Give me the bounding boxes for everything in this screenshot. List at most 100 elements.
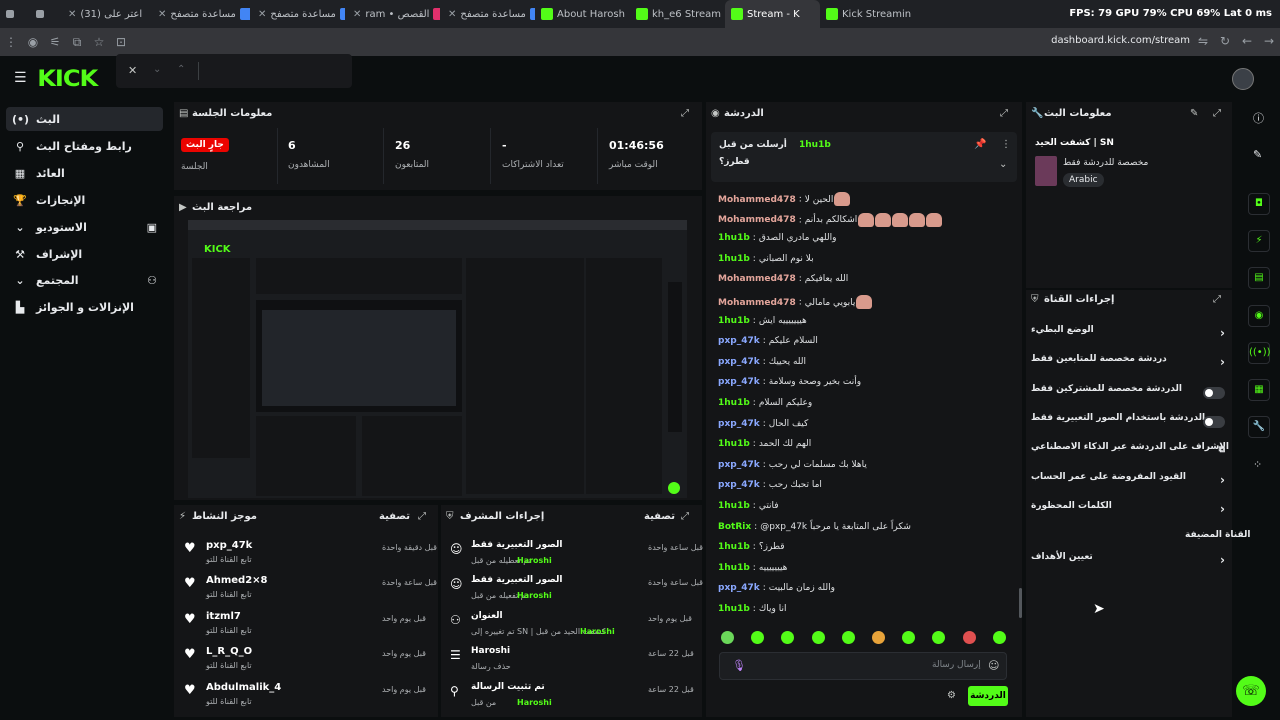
setting-row[interactable]: دردشة مخصصة للمتابعين فقط ›	[1031, 354, 1229, 374]
forward-icon[interactable]: →	[1258, 34, 1280, 48]
support-fab-icon[interactable]: ☏	[1236, 676, 1266, 706]
chat-username[interactable]: pxp_47k	[718, 336, 760, 346]
pinned-message[interactable]: أرسلت من قبل 1hu1b قطرز؟ 📌 ⋮ ⌄	[711, 132, 1017, 182]
toggle-switch[interactable]	[1203, 387, 1225, 399]
popout-icon[interactable]: ⤢	[1213, 108, 1221, 119]
emote-picker-icon[interactable]	[872, 631, 885, 644]
emote-picker-icon[interactable]	[962, 631, 976, 644]
chat-message[interactable]: pxp_47k: الله يحييك	[718, 357, 806, 367]
browser-tab[interactable]: About Harosh	[535, 0, 630, 28]
chat-message[interactable]: 1hu1b: بلا نوم الصباني	[718, 254, 814, 264]
mod-action-user[interactable]: Haroshi	[580, 627, 615, 636]
tune-icon[interactable]: ⚟	[44, 35, 66, 49]
popout-icon[interactable]: ⤢	[418, 511, 426, 522]
chat-username[interactable]: 1hu1b	[718, 398, 750, 408]
filter-button[interactable]: تصفية	[644, 511, 675, 522]
more-icon[interactable]: ⋮	[1001, 139, 1011, 150]
setting-hosting[interactable]: تعيين الأهداف ›	[1031, 552, 1229, 572]
mod-action-user[interactable]: Haroshi	[517, 556, 552, 565]
popout-icon[interactable]: ⤢	[1000, 108, 1008, 119]
chat-username[interactable]: pxp_47k	[718, 460, 760, 470]
hamburger-icon[interactable]: ☰	[14, 70, 27, 86]
tab-close-icon[interactable]: ✕	[353, 9, 361, 20]
edit-icon[interactable]: ✎	[1190, 108, 1198, 119]
tab-icon[interactable]: ⧉	[66, 35, 88, 50]
browser-tab-active[interactable]: Stream - K	[725, 0, 820, 28]
chat-username[interactable]: pxp_47k	[718, 480, 760, 490]
setting-row[interactable]: الكلمات المحظورة ›	[1031, 501, 1229, 521]
info-icon[interactable]: ⓘ	[1253, 110, 1264, 126]
emote-picker-icon[interactable]	[841, 631, 855, 644]
extension-icon[interactable]: ◉	[22, 35, 44, 49]
toggle-switch[interactable]	[1203, 416, 1225, 428]
filter-button[interactable]: تصفية	[379, 511, 410, 522]
chat-username[interactable]: Mohammed478	[718, 298, 796, 308]
setting-row[interactable]: الوضع البطيء ›	[1031, 325, 1229, 345]
rail-broadcast-icon[interactable]: ((•))	[1248, 342, 1271, 364]
browser-tab[interactable]: kh_e6 Stream	[630, 0, 725, 28]
feed-user[interactable]: Abdulmalik_4	[206, 682, 281, 693]
browser-tab[interactable]: ✕ ram • القصص	[345, 0, 440, 28]
chat-username[interactable]: BotRix	[718, 522, 751, 532]
chevron-up-icon[interactable]: ⌃	[177, 64, 185, 75]
back-icon[interactable]: ←	[1236, 34, 1258, 48]
feed-user[interactable]: L_R_Q_O	[206, 646, 252, 657]
close-icon[interactable]: ✕	[128, 64, 137, 77]
emote-picker-icon[interactable]	[721, 631, 734, 644]
sidebar-item-stream[interactable]: (•) البث	[6, 107, 163, 131]
chat-username[interactable]: Mohammed478	[718, 195, 796, 205]
stream-preview-video[interactable]: KICK	[188, 220, 687, 498]
chevron-down-icon[interactable]: ⌄	[999, 159, 1007, 170]
mic-icon[interactable]: 🎙	[732, 659, 746, 672]
chevron-down-icon[interactable]: ⌄	[153, 64, 161, 75]
chat-username[interactable]: pxp_47k	[718, 419, 760, 429]
rail-clipboard-icon[interactable]: ▤	[1248, 267, 1270, 289]
chat-username[interactable]: Mohammed478	[718, 215, 796, 225]
chat-send-button[interactable]: الدردشة	[968, 686, 1008, 706]
chat-username[interactable]: 1hu1b	[718, 233, 750, 243]
chat-message[interactable]: pxp_47k: كيف الحال	[718, 419, 808, 429]
browser-tab[interactable]	[0, 0, 30, 28]
feed-user[interactable]: itzml7	[206, 611, 241, 622]
feed-user[interactable]: Ahmed2×8	[206, 575, 268, 586]
settings-icon[interactable]: ⁘	[1253, 458, 1262, 471]
setting-row[interactable]: الإشراف على الدردشة عبر الذكاء الاصطناعي…	[1031, 442, 1229, 462]
chat-message[interactable]: pxp_47k: وأنت بخير وصحة وسلامة	[718, 377, 861, 387]
sidebar-item-stream-key[interactable]: ⚲ رابط ومفتاح البث	[6, 134, 163, 158]
chat-message[interactable]: 1hu1b: هيييييييه ايش	[718, 316, 807, 326]
chat-message[interactable]: Mohammed478: يابويي مامالي	[718, 295, 873, 309]
sidebar-item-revenue[interactable]: ▦ العائد	[6, 161, 163, 185]
browser-tab[interactable]	[30, 0, 60, 28]
emote-picker-icon[interactable]	[811, 631, 825, 644]
chat-message[interactable]: 1hu1b: فانتي	[718, 501, 779, 511]
chat-username[interactable]: 1hu1b	[718, 316, 750, 326]
tab-close-icon[interactable]: ✕	[258, 9, 266, 20]
chat-message[interactable]: 1hu1b: هيييييييه	[718, 563, 787, 573]
mod-action-user[interactable]: Haroshi	[517, 698, 552, 707]
setting-row[interactable]: الدردشة باستخدام الصور التعبيرية فقط	[1031, 413, 1229, 433]
rail-wrench-icon[interactable]: 🔧	[1248, 416, 1270, 438]
chat-settings-icon[interactable]: ⚙	[947, 690, 956, 701]
url-text[interactable]: dashboard.kick.com/stream	[1051, 35, 1190, 46]
sidebar-item-community[interactable]: ⌄ المجتمع ⚇	[6, 268, 163, 292]
chat-message[interactable]: Mohammed478: اشكالكم بدأنم	[718, 212, 943, 227]
emote-picker-icon[interactable]	[992, 631, 1006, 644]
chat-message[interactable]: 1hu1b: واللهي مادري الصدق	[718, 233, 836, 243]
tab-close-icon[interactable]: ✕	[68, 9, 76, 20]
browser-tab[interactable]: ✕ مساعدة متصفح	[250, 0, 345, 28]
chat-message[interactable]: Mohammed478: الحين لا	[718, 192, 851, 206]
chat-message[interactable]: pxp_47k: ياهلا بك مسلمات لي رحب	[718, 460, 867, 470]
rail-bolt-icon[interactable]: ⚡	[1248, 230, 1270, 252]
rail-chat-icon[interactable]: ◉	[1248, 305, 1270, 327]
chat-username[interactable]: pxp_47k	[718, 583, 760, 593]
sidebar-item-moderation[interactable]: ⚒ الإشراف	[6, 242, 163, 266]
chat-username[interactable]: 1hu1b	[718, 501, 750, 511]
browser-tab[interactable]: ✕ مساعدة متصفح	[440, 0, 535, 28]
chat-message[interactable]: 1hu1b: الهم لك الحمد	[718, 439, 811, 449]
chat-message[interactable]: pxp_47k: السلام عليكم	[718, 336, 818, 346]
browser-tab[interactable]: Kick Streamin	[820, 0, 920, 28]
setting-row[interactable]: القيود المفروضة على عمر الحساب ›	[1031, 472, 1229, 492]
popout-icon[interactable]: ⤢	[681, 108, 689, 119]
chat-username[interactable]: 1hu1b	[718, 563, 750, 573]
chat-message[interactable]: 1hu1b: قطرز؟	[718, 542, 785, 552]
